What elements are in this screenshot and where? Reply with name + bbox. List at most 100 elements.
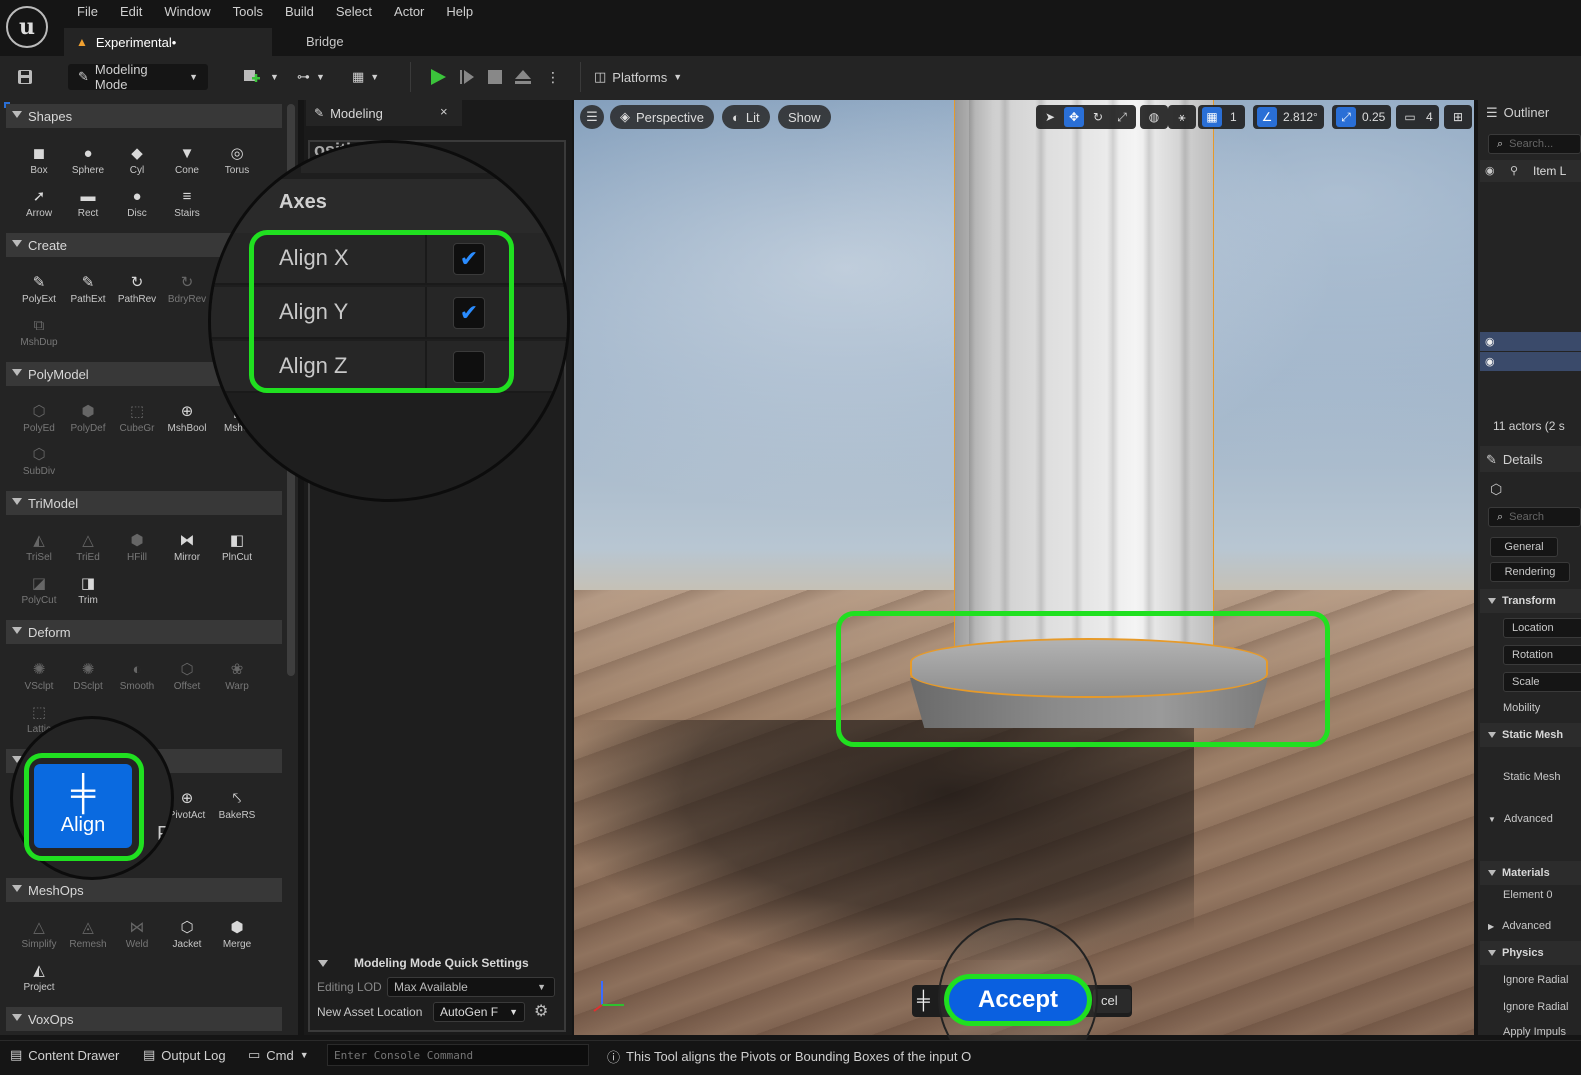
tool-weld[interactable]: ⋈ Weld	[112, 918, 162, 950]
tool-polyext[interactable]: ✎ PolyExt	[14, 273, 64, 305]
tool-vsclpt[interactable]: ✺ VSclpt	[14, 660, 64, 692]
show-button[interactable]: Show	[778, 105, 831, 129]
tool-torus[interactable]: ◎ Torus	[212, 144, 262, 176]
tool-polyed[interactable]: ⬡ PolyEd	[14, 402, 64, 434]
angle-snap-icon[interactable]: ∠	[1257, 107, 1277, 127]
outliner-header[interactable]: ☰ Outliner	[1486, 105, 1549, 121]
eye-icon[interactable]: ◉	[1485, 355, 1495, 368]
editing-lod-select[interactable]: Max Available ▼	[387, 977, 555, 997]
tool-mirror[interactable]: ⧓ Mirror	[162, 531, 212, 563]
tool-jacket[interactable]: ⬡ Jacket	[162, 918, 212, 950]
rotation-dropdown[interactable]: Rotation	[1503, 645, 1581, 665]
tool-cone[interactable]: ▼ Cone	[162, 144, 212, 177]
menu-build[interactable]: Build	[274, 4, 325, 20]
details-header[interactable]: ✎ Details	[1486, 452, 1543, 468]
tool-dsclpt[interactable]: ✺ DSclpt	[63, 660, 113, 692]
location-dropdown[interactable]: Location	[1503, 618, 1581, 638]
scale-snap-value[interactable]: 0.25	[1360, 110, 1387, 124]
outliner-selected-row[interactable]	[1480, 352, 1581, 371]
tool-cubegr[interactable]: ⬚ CubeGr	[112, 402, 162, 434]
accept-button[interactable]: Accept	[944, 974, 1092, 1026]
asset-location-select[interactable]: AutoGen F ▼	[433, 1002, 525, 1022]
menu-edit[interactable]: Edit	[109, 4, 153, 20]
globe-icon[interactable]: ◍	[1144, 107, 1164, 127]
menu-select[interactable]: Select	[325, 4, 383, 20]
tool-sphere[interactable]: ● Sphere	[63, 144, 113, 177]
align-tool-button[interactable]: ╪ Align	[34, 764, 132, 848]
details-search-input[interactable]: ⌕ Search	[1488, 507, 1581, 527]
tool-polydef[interactable]: ⬢ PolyDef	[63, 402, 113, 434]
tool-subdiv[interactable]: ⬡ SubDiv	[14, 445, 64, 477]
tool-pathrev[interactable]: ↻ PathRev	[112, 273, 162, 305]
grid-snap-icon[interactable]: ▦	[1202, 107, 1222, 127]
save-icon[interactable]	[16, 64, 36, 90]
advanced-expander[interactable]: ▼ Advanced	[1488, 813, 1553, 825]
scale-dropdown[interactable]: Scale	[1503, 672, 1581, 692]
tool-plncut[interactable]: ◧ PlnCut	[212, 531, 262, 563]
more-options-icon[interactable]: ⋮	[546, 64, 560, 90]
content-drawer-button[interactable]: ▤ Content Drawer	[10, 1047, 119, 1063]
perspective-button[interactable]: ◈ Perspective	[610, 105, 714, 129]
menu-help[interactable]: Help	[435, 4, 484, 20]
filter-general[interactable]: General	[1490, 537, 1558, 557]
close-icon[interactable]: ×	[440, 104, 448, 119]
tool-stairs[interactable]: ≡ Stairs	[162, 187, 212, 220]
pin-icon[interactable]: ⚲	[1510, 164, 1518, 177]
lit-button[interactable]: ◐ Lit	[722, 105, 770, 129]
eject-icon[interactable]	[514, 64, 532, 90]
tab-experimental[interactable]: ▲ Experimental•	[64, 28, 272, 56]
platforms-dropdown[interactable]: ◫ Platforms ▼	[594, 64, 682, 90]
blueprint-button[interactable]: ⊶ ▼	[297, 64, 325, 90]
viewport-menu-button[interactable]: ☰	[580, 105, 604, 129]
eye-icon[interactable]: ◉	[1485, 164, 1495, 177]
console-command-input[interactable]	[327, 1044, 589, 1066]
tool-pathext[interactable]: ✎ PathExt	[63, 273, 113, 305]
cancel-button[interactable]: cel	[1093, 989, 1131, 1013]
tool-polycut[interactable]: ◪ PolyCut	[14, 574, 64, 606]
rotate-icon[interactable]: ↻	[1088, 107, 1108, 127]
category-meshops[interactable]: MeshOps	[6, 878, 282, 902]
select-cursor-icon[interactable]: ➤	[1040, 107, 1060, 127]
tool-hfill[interactable]: ⬢ HFill	[112, 531, 162, 563]
tool-simplify[interactable]: △ Simplify	[14, 918, 64, 950]
category-deform[interactable]: Deform	[6, 620, 282, 644]
category-voxops[interactable]: VoxOps	[6, 1007, 282, 1031]
materials-section-header[interactable]: Materials	[1480, 861, 1581, 885]
tool-merge[interactable]: ⬢ Merge	[212, 918, 262, 950]
menu-tools[interactable]: Tools	[222, 4, 274, 20]
scale-icon[interactable]: ⤢	[1112, 107, 1132, 127]
gear-icon[interactable]: ⚙	[534, 1001, 548, 1021]
category-trimodel[interactable]: TriModel	[6, 491, 282, 515]
tool-mshdup[interactable]: ⧉ MshDup	[14, 316, 64, 349]
camera-icon[interactable]: ▭	[1400, 107, 1420, 127]
materials-advanced-expander[interactable]: ▶ Advanced	[1488, 920, 1551, 932]
tool-box[interactable]: ◼ Box	[14, 144, 64, 176]
tool-cylinder[interactable]: ◆ Cyl	[112, 144, 162, 176]
tool-arrow[interactable]: ➚ Arrow	[14, 187, 64, 219]
stop-icon[interactable]	[486, 64, 504, 90]
rotation-snap-value[interactable]: 2.812°	[1281, 110, 1320, 124]
add-actor-button[interactable]: ▼	[242, 64, 279, 90]
tool-trisel[interactable]: ◭ TriSel	[14, 531, 64, 563]
surface-snap-icon[interactable]: ⚹	[1172, 107, 1192, 127]
tab-bridge[interactable]: Bridge	[306, 34, 344, 49]
tool-rect[interactable]: ▬ Rect	[63, 187, 113, 220]
tool-offset[interactable]: ⬡ Offset	[162, 660, 212, 692]
level-viewport[interactable]	[574, 100, 1474, 1035]
eye-icon[interactable]: ◉	[1485, 335, 1495, 348]
tool-project[interactable]: ◭ Project	[14, 961, 64, 993]
output-log-button[interactable]: ▤ Output Log	[143, 1047, 226, 1063]
tool-remesh[interactable]: ◬ Remesh	[63, 918, 113, 950]
axes-section-header[interactable]	[211, 179, 567, 235]
play-button[interactable]	[428, 64, 448, 90]
grid-snap-value[interactable]: 1	[1226, 110, 1241, 124]
transform-section-header[interactable]: Transform	[1480, 589, 1581, 613]
tool-smooth[interactable]: ◐ Smooth	[112, 660, 162, 693]
cmd-dropdown[interactable]: ▭ Cmd ▼	[248, 1047, 309, 1063]
item-label-column[interactable]: Item L	[1533, 164, 1566, 178]
outliner-search-input[interactable]: ⌕ Search...	[1488, 134, 1581, 154]
quick-settings-header[interactable]: Modeling Mode Quick Settings	[318, 956, 568, 970]
menu-actor[interactable]: Actor	[383, 4, 435, 20]
tool-tried[interactable]: △ TriEd	[63, 531, 113, 563]
tool-warp[interactable]: ❀ Warp	[212, 660, 262, 692]
